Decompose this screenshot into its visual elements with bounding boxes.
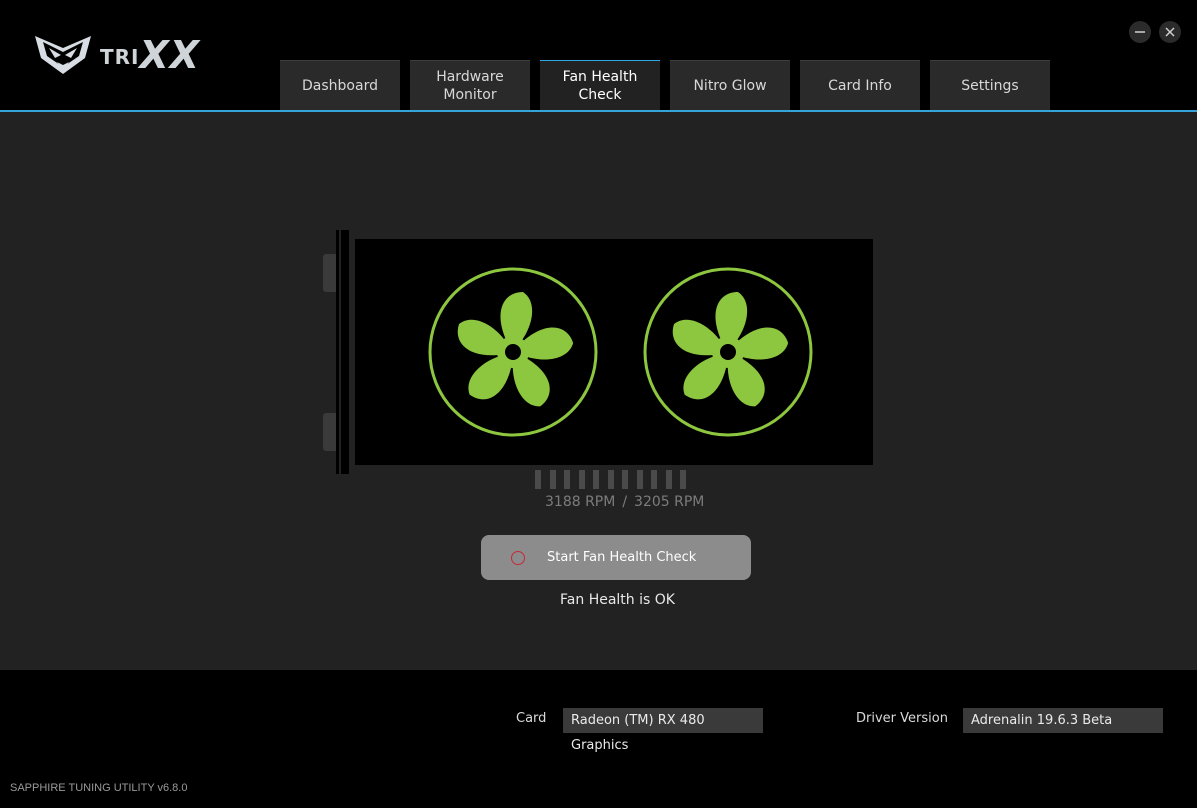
- start-fan-health-check-button[interactable]: Start Fan Health Check: [481, 535, 751, 580]
- close-button[interactable]: [1159, 21, 1181, 43]
- tab-nitro-glow[interactable]: Nitro Glow: [670, 60, 790, 110]
- pcie-connector: [535, 470, 695, 489]
- tab-fan-health-check[interactable]: Fan Health Check: [540, 60, 660, 110]
- logo-tri: TRI: [100, 45, 140, 69]
- card-value-field: Radeon (TM) RX 480 Graphics: [563, 708, 763, 753]
- minimize-icon: [1135, 31, 1145, 33]
- app-version-text: SAPPHIRE TUNING UTILITY v6.8.0: [10, 782, 188, 794]
- fan-health-status: Fan Health is OK: [560, 592, 675, 608]
- tab-dashboard[interactable]: Dashboard: [280, 60, 400, 110]
- trixx-mask-logo-icon: [35, 36, 91, 74]
- fan-1-rpm: 3188 RPM: [545, 494, 616, 510]
- card-bracket-lug-top: [323, 254, 337, 292]
- start-button-label: Start Fan Health Check: [547, 550, 697, 565]
- fan-rpm-readout: 3188 RPM / 3205 RPM: [545, 494, 704, 510]
- card-label: Card: [516, 711, 547, 726]
- minimize-button[interactable]: [1129, 21, 1151, 43]
- driver-version-field: Adrenalin 19.6.3 Beta: [963, 708, 1163, 733]
- fan-2-rpm: 3205 RPM: [634, 494, 705, 510]
- record-ring-icon: [511, 550, 525, 565]
- fan-1-icon: [428, 267, 598, 437]
- logo-xx: XX: [139, 33, 201, 77]
- fans-graphic: [428, 267, 813, 437]
- rpm-separator: /: [622, 494, 628, 510]
- title-bar: TRIXX Dashboard Hardware Monitor Fan Hea…: [0, 0, 1197, 110]
- fan-2-icon: [643, 267, 813, 437]
- tab-card-info[interactable]: Card Info: [800, 60, 920, 110]
- driver-version-label: Driver Version: [856, 711, 948, 726]
- card-bracket: [341, 230, 349, 474]
- card-bracket-lug-bottom: [323, 413, 337, 451]
- app-logo-text: TRIXX: [100, 33, 200, 77]
- card-bracket-edge: [336, 230, 339, 474]
- tab-settings[interactable]: Settings: [930, 60, 1050, 110]
- tab-hardware-monitor[interactable]: Hardware Monitor: [410, 60, 530, 110]
- graphics-card-illustration: [355, 239, 873, 465]
- main-tabs: Dashboard Hardware Monitor Fan Health Ch…: [280, 60, 1060, 110]
- close-icon: [1165, 27, 1175, 37]
